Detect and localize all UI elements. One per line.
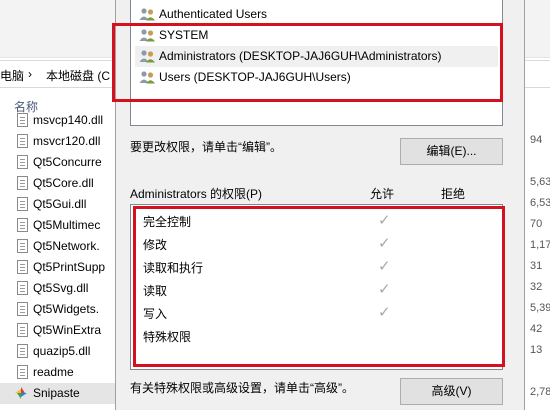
dll-file-icon	[17, 197, 28, 211]
file-size: 42	[530, 323, 543, 335]
file-name: Qt5Concurre	[33, 155, 102, 169]
dll-file-icon	[17, 155, 28, 169]
file-name: Qt5Network.	[33, 239, 100, 253]
file-size: 1,17	[530, 239, 550, 251]
breadcrumb-local-disk[interactable]: 本地磁盘 (C	[46, 67, 110, 84]
file-name: Qt5Widgets.	[33, 302, 100, 316]
dll-file-icon	[17, 281, 28, 295]
user-group-icon	[139, 71, 155, 84]
permission-name: 完全控制	[143, 215, 192, 229]
dll-file-icon	[17, 260, 28, 274]
file-name: Qt5Gui.dll	[33, 197, 87, 211]
file-row[interactable]: Qt5Network.	[0, 236, 115, 257]
permission-row: 读取 ✓	[131, 278, 502, 301]
advanced-settings-hint: 有关特殊权限或高级设置，请单击“高级”。	[130, 381, 354, 395]
permissions-for-label: Administrators 的权限(P)	[130, 187, 263, 201]
file-row[interactable]: Snipaste	[0, 383, 115, 404]
deny-column-header: 拒绝	[441, 187, 466, 201]
allow-check-icon: ✓	[378, 281, 391, 298]
file-row[interactable]: Qt5Widgets.	[0, 299, 115, 320]
file-name: Qt5WinExtra	[33, 323, 102, 337]
file-name: Qt5PrintSupp	[33, 260, 106, 274]
dll-file-icon	[17, 302, 28, 316]
user-name: Administrators (DESKTOP-JAJ6GUH\Administ…	[159, 49, 442, 63]
permission-row: 特殊权限	[131, 324, 502, 347]
file-row[interactable]: Qt5Svg.dll	[0, 278, 115, 299]
permission-name: 修改	[143, 238, 168, 252]
file-size: 6,53	[530, 197, 550, 209]
user-group-icon	[139, 8, 155, 21]
file-size: 13	[530, 344, 543, 356]
breadcrumb-separator-icon: ›	[28, 67, 32, 81]
user-list-item[interactable]: Administrators (DESKTOP-JAJ6GUH\Administ…	[135, 46, 498, 67]
allow-check-icon: ✓	[378, 235, 391, 252]
file-name: msvcr120.dll	[33, 134, 101, 148]
file-row[interactable]: Qt5Concurre	[0, 152, 115, 173]
file-size: 32	[530, 281, 543, 293]
user-group-icon	[139, 29, 155, 42]
file-row[interactable]: Qt5Core.dll	[0, 173, 115, 194]
file-row[interactable]: msvcr120.dll	[0, 131, 115, 152]
permissions-list: 完全控制 ✓ 修改 ✓ 读取和执行 ✓ 读取 ✓ 写入 ✓ 特殊权限	[130, 204, 503, 370]
file-name: Qt5Svg.dll	[33, 281, 89, 295]
file-row[interactable]: Qt5WinExtra	[0, 320, 115, 341]
dll-file-icon	[17, 239, 28, 253]
user-list-item[interactable]: SYSTEM	[135, 25, 498, 46]
file-name: Qt5Multimec	[33, 218, 101, 232]
breadcrumb-computer[interactable]: 电脑	[0, 67, 24, 84]
user-group-icon	[139, 50, 155, 63]
group-user-list[interactable]: Authenticated Users SYSTEM Administrators …	[130, 0, 503, 126]
file-size: 5,63	[530, 176, 550, 188]
file-row[interactable]: msvcp140.dll	[0, 110, 115, 131]
dll-file-icon	[17, 134, 28, 148]
file-name: Snipaste	[33, 386, 80, 400]
allow-check-icon: ✓	[378, 304, 391, 321]
file-row[interactable]: Qt5Multimec	[0, 215, 115, 236]
permission-name: 读取	[143, 284, 168, 298]
edit-button[interactable]: 编辑(E)...	[400, 138, 503, 165]
permission-row: 修改 ✓	[131, 232, 502, 255]
dll-file-icon	[17, 344, 28, 358]
allow-check-icon: ✓	[378, 212, 391, 229]
permissions-dialog: Authenticated Users SYSTEM Administrators …	[115, 0, 525, 410]
permission-name: 读取和执行	[143, 261, 204, 275]
dll-file-icon	[17, 176, 28, 190]
file-name: readme	[33, 365, 74, 379]
allow-column-header: 允许	[370, 187, 395, 201]
file-size: 94	[530, 134, 543, 146]
file-name: msvcp140.dll	[33, 113, 104, 127]
user-name: SYSTEM	[159, 28, 209, 42]
user-name: Users (DESKTOP-JAJ6GUH\Users)	[159, 70, 351, 84]
user-list-item[interactable]: Authenticated Users	[135, 4, 498, 25]
file-size: 31	[530, 260, 543, 272]
user-list-item[interactable]: Users (DESKTOP-JAJ6GUH\Users)	[135, 67, 498, 88]
file-size: 5,39	[530, 302, 550, 314]
permission-row: 完全控制 ✓	[131, 209, 502, 232]
dll-file-icon	[17, 113, 28, 127]
snipaste-app-icon	[15, 387, 27, 399]
file-row[interactable]: Qt5PrintSupp	[0, 257, 115, 278]
allow-check-icon: ✓	[378, 258, 391, 275]
file-row[interactable]: readme	[0, 362, 115, 383]
dll-file-icon	[17, 218, 28, 232]
dll-file-icon	[17, 323, 28, 337]
permission-name: 特殊权限	[143, 330, 192, 344]
file-size: 2,78	[530, 386, 550, 398]
permission-row: 写入 ✓	[131, 301, 502, 324]
file-name: quazip5.dll	[33, 344, 91, 358]
text-file-icon	[17, 365, 28, 379]
advanced-button[interactable]: 高级(V)	[400, 378, 503, 405]
change-permissions-hint: 要更改权限，请单击“编辑”。	[130, 140, 282, 154]
user-name: Authenticated Users	[159, 7, 268, 21]
file-size: 70	[530, 218, 543, 230]
file-row[interactable]: Qt5Gui.dll	[0, 194, 115, 215]
permission-row: 读取和执行 ✓	[131, 255, 502, 278]
permission-name: 写入	[143, 307, 168, 321]
file-name: Qt5Core.dll	[33, 176, 94, 190]
file-row[interactable]: quazip5.dll	[0, 341, 115, 362]
